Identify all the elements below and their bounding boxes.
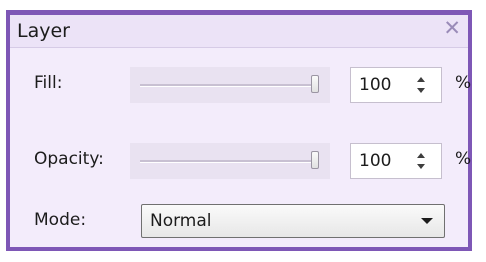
fill-decrement-icon[interactable]	[417, 88, 425, 93]
fill-slider-thumb[interactable]	[311, 75, 319, 93]
mode-selected-value[interactable]: Normal	[150, 211, 212, 231]
panel-title-bar: Layer ✕	[10, 15, 468, 47]
close-icon[interactable]: ✕	[443, 18, 461, 39]
opacity-decrement-icon[interactable]	[417, 164, 425, 169]
fill-value[interactable]: 100	[359, 75, 391, 95]
fill-slider-track	[140, 84, 312, 87]
opacity-spinbox[interactable]: 100	[350, 143, 442, 179]
fill-slider[interactable]	[130, 67, 330, 103]
opacity-slider-track	[140, 160, 312, 163]
panel-title: Layer	[17, 20, 70, 42]
title-divider	[10, 47, 468, 48]
mode-dropdown[interactable]: Normal	[141, 204, 445, 238]
fill-unit: %	[455, 73, 472, 93]
opacity-value[interactable]: 100	[359, 151, 391, 171]
fill-increment-icon[interactable]	[417, 77, 425, 82]
opacity-slider-thumb[interactable]	[311, 151, 319, 169]
fill-spin-arrows[interactable]	[414, 73, 428, 97]
fill-spinbox[interactable]: 100	[350, 67, 442, 103]
chevron-down-icon[interactable]	[421, 218, 433, 224]
opacity-slider[interactable]	[130, 143, 330, 179]
opacity-label: Opacity:	[34, 149, 104, 169]
opacity-unit: %	[455, 149, 472, 169]
opacity-increment-icon[interactable]	[417, 153, 425, 158]
mode-label: Mode:	[34, 210, 87, 230]
opacity-spin-arrows[interactable]	[414, 149, 428, 173]
fill-label: Fill:	[34, 73, 63, 93]
layer-panel: Layer ✕ Fill: 100 % Opacity: 100 % Mode:…	[6, 10, 472, 251]
